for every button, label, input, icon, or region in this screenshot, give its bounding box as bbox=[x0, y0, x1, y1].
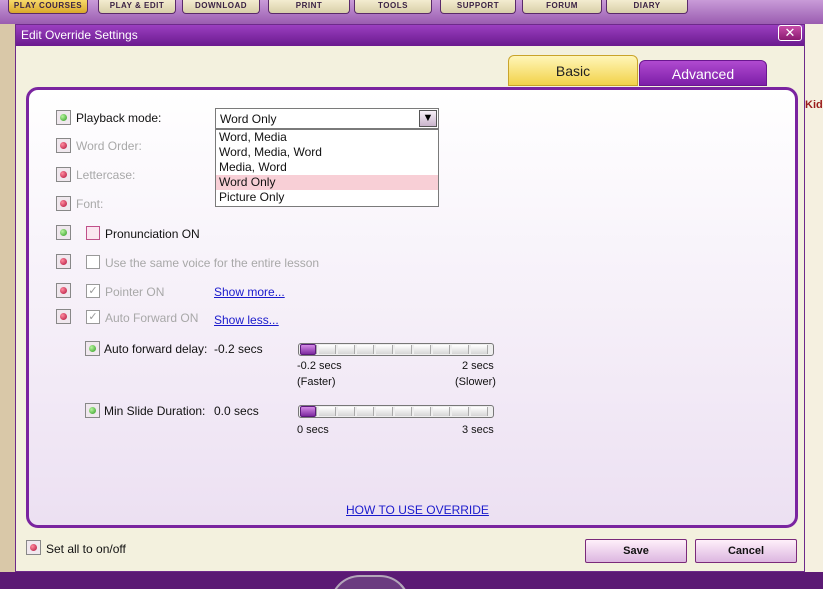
chevron-down-icon[interactable]: ▼ bbox=[419, 110, 437, 127]
background-text-fragment: Kid bbox=[805, 99, 823, 111]
playback-mode-dropdown: Word, Media Word, Media, Word Media, Wor… bbox=[215, 129, 439, 207]
word-order-indicator[interactable] bbox=[56, 138, 71, 153]
auto-forward-delay-slider[interactable] bbox=[298, 343, 494, 356]
same-voice-indicator[interactable] bbox=[56, 254, 71, 269]
cancel-button[interactable]: Cancel bbox=[695, 539, 797, 563]
auto-forward-checkbox[interactable]: ✓ bbox=[86, 310, 100, 324]
nav-diary[interactable]: DIARY bbox=[606, 0, 688, 14]
word-order-label: Word Order: bbox=[76, 139, 142, 153]
how-to-use-override-link[interactable]: HOW TO USE OVERRIDE bbox=[346, 503, 489, 517]
close-icon[interactable]: ✕ bbox=[778, 25, 802, 41]
set-all-label: Set all to on/off bbox=[46, 542, 126, 556]
lettercase-label: Lettercase: bbox=[76, 168, 136, 182]
save-button[interactable]: Save bbox=[585, 539, 687, 563]
pronunciation-label: Pronunciation ON bbox=[105, 227, 200, 241]
pointer-checkbox[interactable]: ✓ bbox=[86, 284, 100, 298]
same-voice-label: Use the same voice for the entire lesson bbox=[105, 256, 320, 270]
font-indicator[interactable] bbox=[56, 196, 71, 211]
set-all-indicator[interactable] bbox=[26, 540, 41, 555]
auto-forward-delay-label: Auto forward delay: bbox=[104, 342, 208, 356]
option-word-media[interactable]: Word, Media bbox=[216, 130, 438, 145]
playback-mode-indicator[interactable] bbox=[56, 110, 71, 125]
show-less-link[interactable]: Show less... bbox=[214, 313, 279, 327]
min-slide-duration-slider[interactable] bbox=[298, 405, 494, 418]
dialog-titlebar: Edit Override Settings bbox=[16, 25, 804, 46]
auto-forward-indicator[interactable] bbox=[56, 309, 71, 324]
same-voice-checkbox[interactable] bbox=[86, 255, 100, 269]
nav-download[interactable]: DOWNLOAD bbox=[182, 0, 260, 14]
tab-advanced[interactable]: Advanced bbox=[639, 60, 767, 86]
tab-basic[interactable]: Basic bbox=[508, 55, 638, 86]
min-slide-duration-value: 0.0 secs bbox=[214, 404, 259, 418]
app-bottom-bar bbox=[0, 572, 823, 589]
nav-play-courses[interactable]: PLAY COURSES bbox=[8, 0, 88, 14]
min-slide-duration-thumb[interactable] bbox=[300, 406, 316, 417]
show-more-link[interactable]: Show more... bbox=[214, 285, 285, 299]
nav-print[interactable]: PRINT bbox=[268, 0, 350, 14]
auto-forward-delay-indicator[interactable] bbox=[85, 341, 100, 356]
nav-forum[interactable]: FORUM bbox=[522, 0, 602, 14]
option-media-word[interactable]: Media, Word bbox=[216, 160, 438, 175]
auto-forward-delay-slower: (Slower) bbox=[455, 376, 496, 388]
option-word-media-word[interactable]: Word, Media, Word bbox=[216, 145, 438, 160]
app-top-navigation: PLAY COURSES PLAY & EDIT DOWNLOAD PRINT … bbox=[0, 0, 823, 24]
playback-mode-select[interactable]: Word Only ▼ bbox=[215, 108, 439, 129]
pronunciation-checkbox[interactable] bbox=[86, 226, 100, 240]
pointer-label: Pointer ON bbox=[105, 285, 165, 299]
auto-forward-delay-value: -0.2 secs bbox=[214, 342, 263, 356]
playback-mode-value: Word Only bbox=[220, 112, 277, 126]
pointer-indicator[interactable] bbox=[56, 283, 71, 298]
nav-support[interactable]: SUPPORT bbox=[440, 0, 516, 14]
auto-forward-delay-max: 2 secs bbox=[462, 360, 494, 372]
nav-play-edit[interactable]: PLAY & EDIT bbox=[98, 0, 176, 14]
font-label: Font: bbox=[76, 197, 104, 211]
min-slide-duration-indicator[interactable] bbox=[85, 403, 100, 418]
auto-forward-delay-faster: (Faster) bbox=[297, 376, 336, 388]
auto-forward-delay-thumb[interactable] bbox=[300, 344, 316, 355]
option-word-only[interactable]: Word Only bbox=[216, 175, 438, 190]
min-slide-duration-min: 0 secs bbox=[297, 424, 329, 436]
min-slide-duration-label: Min Slide Duration: bbox=[104, 404, 206, 418]
lettercase-indicator[interactable] bbox=[56, 167, 71, 182]
auto-forward-delay-min: -0.2 secs bbox=[297, 360, 342, 372]
option-picture-only[interactable]: Picture Only bbox=[216, 190, 438, 205]
edit-override-dialog: Edit Override Settings ✕ Basic Advanced … bbox=[15, 24, 805, 572]
auto-forward-label: Auto Forward ON bbox=[105, 311, 199, 325]
pronunciation-indicator[interactable] bbox=[56, 225, 71, 240]
nav-tools[interactable]: TOOLS bbox=[354, 0, 432, 14]
dialog-title: Edit Override Settings bbox=[21, 28, 138, 42]
playback-mode-label: Playback mode: bbox=[76, 111, 162, 125]
min-slide-duration-max: 3 secs bbox=[462, 424, 494, 436]
background-left-strip bbox=[0, 24, 15, 574]
